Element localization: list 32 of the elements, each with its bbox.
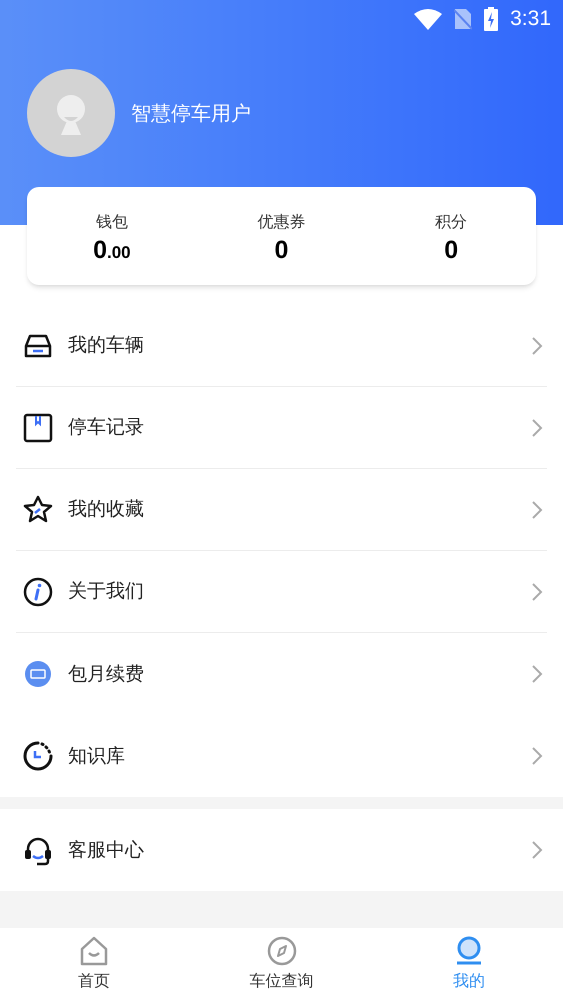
- wifi-icon: [414, 8, 442, 30]
- menu-item[interactable]: 关于我们: [16, 551, 547, 633]
- stat-label: 钱包: [96, 210, 128, 232]
- battery-charging-icon: [484, 7, 498, 31]
- nav-tab[interactable]: 首页: [0, 928, 188, 1000]
- info-icon: [22, 576, 54, 608]
- chevron-right-icon: [531, 746, 543, 766]
- chevron-right-icon: [531, 336, 543, 356]
- chevron-right-icon: [531, 500, 543, 520]
- menu-item[interactable]: 我的车辆: [16, 305, 547, 387]
- menu-item[interactable]: 知识库: [16, 715, 547, 797]
- clock-icon: [22, 740, 54, 772]
- stat-label: 积分: [435, 210, 468, 232]
- compass-icon: [266, 935, 298, 967]
- no-sim-icon: [454, 8, 472, 30]
- chevron-right-icon: [531, 418, 543, 438]
- menu-item[interactable]: 包月续费: [16, 633, 547, 715]
- star-icon: [22, 494, 54, 526]
- stat-value: 0: [274, 238, 288, 262]
- menu-item[interactable]: 停车记录: [16, 387, 547, 469]
- stat-value: 0: [444, 238, 458, 262]
- ticket-icon: [22, 658, 54, 690]
- nav-tab[interactable]: 车位查询: [188, 928, 376, 1000]
- status-time: 3:31: [510, 6, 551, 32]
- menu-item[interactable]: 我的收藏: [16, 469, 547, 551]
- stat-label: 优惠券: [258, 210, 306, 232]
- chevron-right-icon: [531, 582, 543, 602]
- bookmark-icon: [22, 412, 54, 444]
- chevron-right-icon: [531, 840, 543, 860]
- user-name: 智慧停车用户: [131, 100, 251, 127]
- stat-value: 0.00: [93, 238, 131, 262]
- chevron-right-icon: [531, 664, 543, 684]
